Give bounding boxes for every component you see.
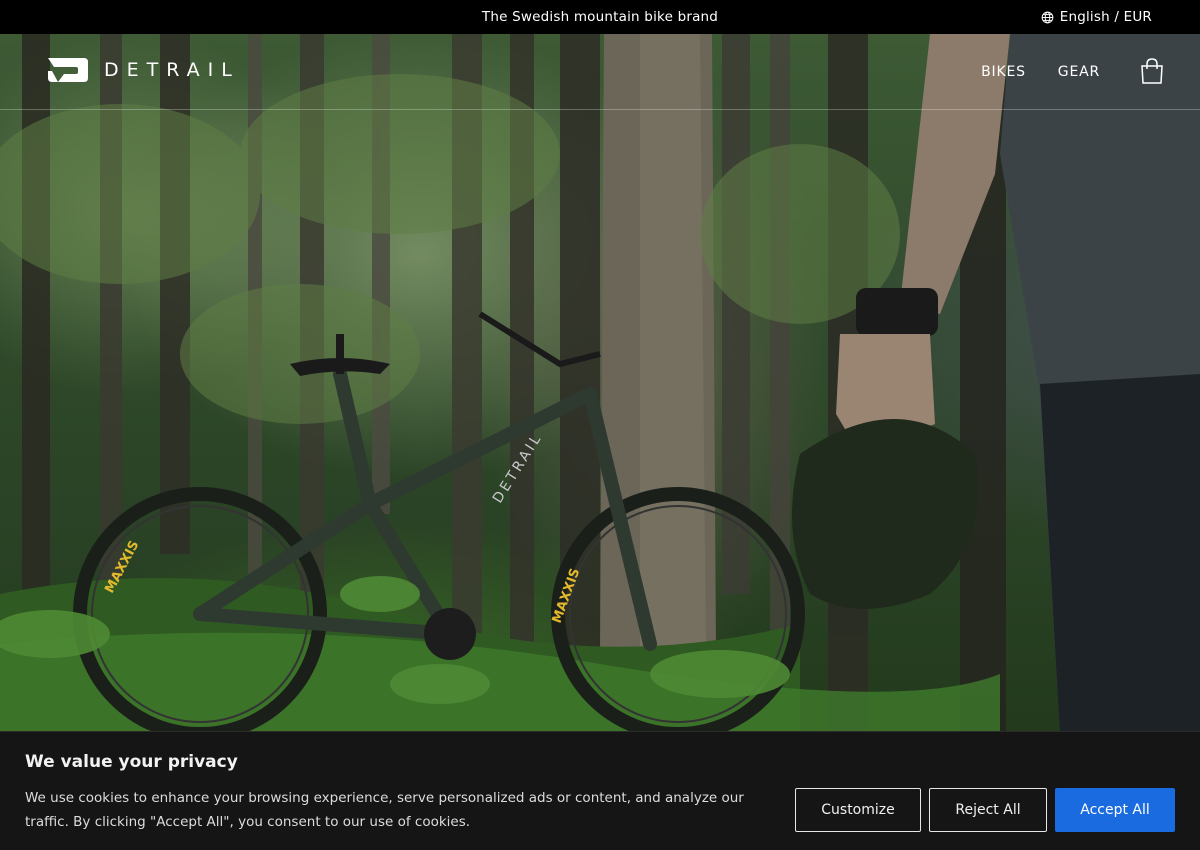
customize-button[interactable]: Customize (795, 788, 921, 832)
cookie-banner-title: We value your privacy (25, 752, 238, 772)
brand-logo-text: DETRAIL (104, 59, 240, 81)
announcement-bar: The Swedish mountain bike brand English … (0, 0, 1200, 34)
hero-image: DETRAIL MAXXIS MAXXIS (0, 34, 1200, 734)
brand-logo[interactable]: DETRAIL (48, 58, 240, 82)
main-navigation: DETRAIL BIKES GEAR (0, 34, 1200, 110)
announcement-text: The Swedish mountain bike brand (481, 9, 719, 25)
nav-link-bikes[interactable]: BIKES (981, 64, 1026, 80)
nav-links: BIKES GEAR (981, 34, 1100, 110)
hero-illustration: DETRAIL MAXXIS MAXXIS (0, 34, 1200, 734)
cookie-consent-banner: We value your privacy We use cookies to … (0, 731, 1200, 850)
language-currency-selector[interactable]: English / EUR (1041, 0, 1152, 34)
accept-all-button[interactable]: Accept All (1055, 788, 1175, 832)
cookie-banner-text: We use cookies to enhance your browsing … (25, 790, 744, 830)
globe-icon (1041, 11, 1054, 23)
reject-all-button[interactable]: Reject All (929, 788, 1047, 832)
language-currency-label: English / EUR (1059, 9, 1152, 25)
shopping-bag-icon[interactable] (1140, 58, 1164, 84)
detrail-logo-mark (48, 58, 88, 82)
nav-link-gear[interactable]: GEAR (1058, 64, 1100, 80)
